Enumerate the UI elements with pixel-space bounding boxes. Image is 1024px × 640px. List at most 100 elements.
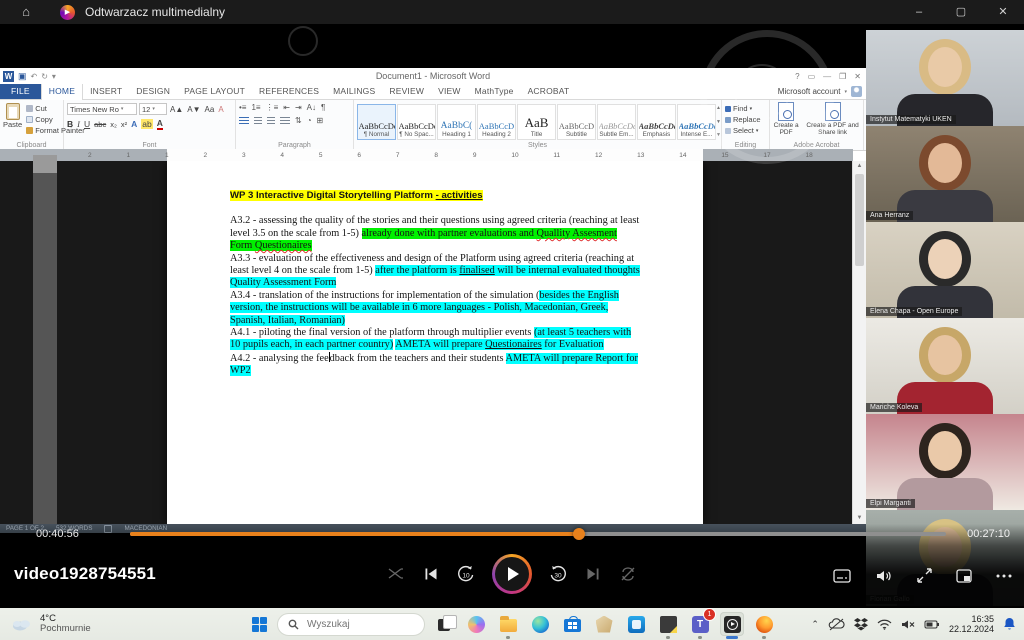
styles-scrollbar[interactable]: ▲ ▼ ▼ [716,103,721,140]
tab-acrobat[interactable]: ACROBAT [521,84,577,99]
change-case-button[interactable]: Aa [204,105,216,114]
tab-file[interactable]: FILE [0,84,41,99]
bullets-button[interactable]: •≡ [239,103,246,112]
taskbar-app-file-explorer[interactable] [496,612,520,636]
align-right-button[interactable] [267,117,275,125]
shuffle-button[interactable] [387,565,405,583]
volume-muted-icon[interactable] [901,619,915,630]
taskbar-app-gallery[interactable] [592,612,616,636]
word-help-icon[interactable]: ? [795,72,799,81]
participant-tile[interactable]: Elena Chapa - Open Europe [866,222,1024,318]
sort-button[interactable]: A↓ [307,103,316,112]
decrease-indent-button[interactable]: ⇤ [283,103,290,112]
find-button[interactable]: Find ▾ [725,104,766,113]
word-close-icon[interactable]: ✕ [854,72,861,81]
text-effects-button[interactable]: A [131,119,137,129]
taskbar-clock[interactable]: 16:35 22.12.2024 [949,614,994,634]
style--no-spac-[interactable]: AaBbCcDd¶ No Spac... [397,104,436,140]
home-icon[interactable]: ⌂ [14,0,38,24]
play-button[interactable] [492,554,532,594]
paste-button[interactable]: Paste [3,103,22,140]
tab-view[interactable]: VIEW [431,84,468,99]
taskbar-app-firefox[interactable] [752,612,776,636]
notification-bell-icon[interactable] [1003,617,1016,631]
dropbox-icon[interactable] [854,618,868,631]
tab-mailings[interactable]: MAILINGS [326,84,382,99]
next-track-button[interactable] [584,565,602,583]
taskbar-app-teams[interactable]: 1 [688,612,712,636]
styles-scroll-up-icon[interactable]: ▲ [716,105,721,111]
wifi-icon[interactable] [877,619,892,630]
show-formatting-button[interactable]: ¶ [321,103,325,112]
create-pdf-share-button[interactable]: Create a PDF and Share link [805,102,860,140]
font-size-select[interactable]: 12▾ [139,103,167,115]
word-ribbon-options-icon[interactable]: ▭ [808,72,816,81]
scrollbar-thumb[interactable] [855,174,864,266]
create-pdf-button[interactable]: Create a PDF [773,102,799,140]
fullscreen-button[interactable] [917,568,932,583]
minimize-button[interactable]: – [898,0,940,24]
battery-icon[interactable] [924,620,940,629]
align-left-button[interactable] [239,117,249,125]
seek-bar[interactable] [130,532,946,536]
taskbar-app-edge[interactable] [528,612,552,636]
onedrive-paused-icon[interactable] [828,618,845,631]
repeat-off-button[interactable] [619,565,637,583]
search-box[interactable] [277,613,425,636]
word-restore-icon[interactable]: ❐ [839,72,846,81]
clear-formatting-button[interactable]: A [217,105,224,114]
underline-button[interactable]: U [84,119,90,129]
tab-mathtype[interactable]: MathType [468,84,521,99]
start-button[interactable] [248,613,270,635]
tab-references[interactable]: REFERENCES [252,84,326,99]
styles-more-icon[interactable]: ▼ [716,132,721,138]
word-vertical-scrollbar[interactable]: ▲ ▼ [852,161,866,524]
grow-font-button[interactable]: A▲ [169,105,184,114]
borders-button[interactable]: ⊞ [317,116,324,125]
mini-player-button[interactable] [956,569,972,583]
tab-design[interactable]: DESIGN [129,84,177,99]
tab-insert[interactable]: INSERT [83,84,129,99]
participant-tile[interactable]: Ana Herranz [866,126,1024,222]
replace-button[interactable]: Replace [725,115,766,124]
increase-indent-button[interactable]: ⇥ [295,103,302,112]
taskbar-app-notes[interactable] [656,612,680,636]
skip-back-10-button[interactable]: 10 [457,565,475,583]
style-heading-2[interactable]: AaBbCcDHeading 2 [477,104,516,140]
style--normal[interactable]: AaBbCcDd¶ Normal [357,104,396,140]
word-minimize-icon[interactable]: — [823,72,831,81]
previous-track-button[interactable] [422,565,440,583]
multilevel-list-button[interactable]: ⋮≡ [266,103,279,112]
text-highlight-button[interactable]: ab [141,119,152,129]
video-stage[interactable]: W ▣ ↶ ↻ ▾ Document1 - Microsoft Word ? ▭… [0,24,1024,608]
document-canvas[interactable]: WP 3 Interactive Digital Storytelling Pl… [0,161,853,524]
style-subtle-em-[interactable]: AaBbCcDdSubtle Em... [597,104,636,140]
skip-forward-30-button[interactable]: 30 [549,565,567,583]
volume-button[interactable] [875,569,893,583]
superscript-button[interactable]: x² [121,120,127,129]
document-page[interactable]: WP 3 Interactive Digital Storytelling Pl… [167,161,703,524]
more-options-button[interactable] [996,574,1012,578]
font-color-button[interactable]: A [157,118,163,130]
taskbar-app-microsoft-store[interactable] [560,612,584,636]
participant-tile[interactable]: Elpi Marganti [866,414,1024,510]
tray-overflow-icon[interactable]: ⌃ [811,619,819,630]
taskbar-app-task-view[interactable] [432,612,456,636]
font-family-select[interactable]: Times New Ro▾ [67,103,137,115]
styles-scroll-down-icon[interactable]: ▼ [716,119,721,125]
scroll-down-icon[interactable]: ▼ [853,513,866,524]
style-subtitle[interactable]: AaBbCcDSubtitle [557,104,596,140]
tab-home[interactable]: HOME [41,84,83,100]
participant-tile[interactable]: Instytut Matematyki UKEN [866,30,1024,126]
horizontal-ruler[interactable]: 211234567891011121314151718 [0,149,853,161]
select-button[interactable]: Select ▾ [725,126,766,135]
subscript-button[interactable]: x₂ [110,120,117,129]
search-input[interactable] [305,618,409,631]
numbering-button[interactable]: 1≡ [251,103,260,112]
italic-button[interactable]: I [77,119,80,129]
tab-review[interactable]: REVIEW [382,84,431,99]
shading-button[interactable]: ◔ [307,116,312,125]
taskbar-app-copilot[interactable] [464,612,488,636]
align-center-button[interactable] [254,117,262,125]
style-title[interactable]: AaBTitle [517,104,556,140]
